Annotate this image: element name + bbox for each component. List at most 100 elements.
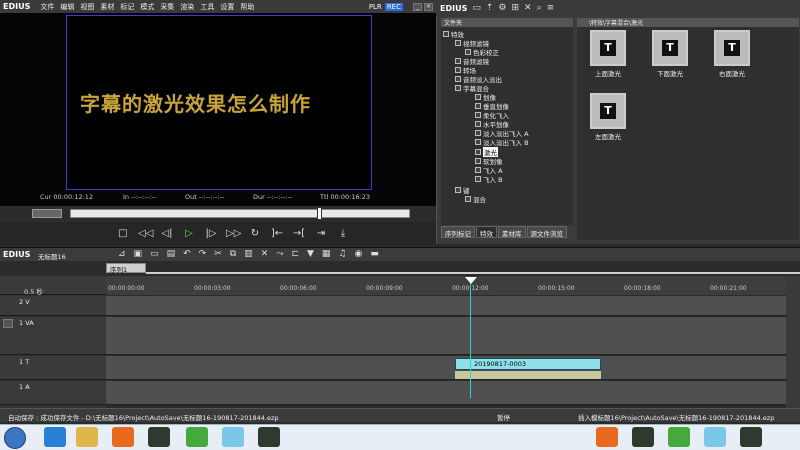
track-1t[interactable]	[106, 356, 786, 380]
undo-icon[interactable]: ↶	[183, 249, 191, 259]
browser-icon[interactable]	[668, 427, 690, 447]
title-clip-mix[interactable]	[455, 371, 601, 379]
playhead-marker-icon[interactable]	[465, 277, 477, 284]
effect-item[interactable]: T 右面激光	[707, 30, 757, 78]
overwrite-icon[interactable]: ⤓	[336, 228, 350, 239]
app-icon[interactable]	[704, 427, 726, 447]
tab-source-browser[interactable]: 源文件浏览	[526, 226, 567, 238]
link-icon[interactable]	[3, 319, 13, 328]
tab-bin[interactable]: 素材库	[498, 226, 526, 238]
tree-item[interactable]: 混合	[465, 194, 486, 204]
plr-button[interactable]: PLR	[367, 3, 384, 11]
menu-clip[interactable]: 素材	[100, 2, 114, 12]
timeline-playhead[interactable]	[470, 278, 471, 398]
tab-sequence[interactable]: 序列1	[106, 263, 146, 274]
rewind-icon[interactable]: ◁◁	[138, 228, 153, 239]
marker-icon[interactable]: ▼	[307, 249, 314, 259]
set-in-icon[interactable]: ]←	[270, 228, 284, 239]
menu-mode[interactable]: 模式	[140, 2, 154, 12]
track-header-2v[interactable]: 2 V	[0, 296, 106, 316]
fast-forward-icon[interactable]: ▷▷	[226, 228, 241, 239]
edius-taskbar-icon[interactable]	[148, 427, 170, 447]
search-icon[interactable]: ⌕	[537, 3, 542, 13]
ripple-icon[interactable]: ⤳	[276, 249, 283, 259]
copy-icon[interactable]: ⧉	[230, 249, 236, 259]
up-folder-icon[interactable]: ⇡	[486, 3, 494, 13]
effect-item[interactable]: T 下面激光	[645, 30, 695, 78]
tree-item[interactable]: 淡入淡出飞入 B	[475, 137, 529, 147]
menu-file[interactable]: 文件	[40, 2, 54, 12]
preview-title-text: 字幕的激光效果怎么制作	[80, 92, 311, 116]
effect-item[interactable]: T 左面激光	[583, 93, 633, 141]
prev-frame-icon[interactable]: ◁|	[160, 228, 174, 239]
snap-icon[interactable]: ⊏	[291, 249, 299, 259]
delete-effect-icon[interactable]: ✕	[524, 3, 532, 13]
tree-item[interactable]: 飞入 B	[475, 174, 503, 184]
mixer-icon[interactable]: ♫	[338, 249, 346, 259]
record-icon[interactable]: ◉	[355, 249, 363, 259]
panel-logo: EDIUS	[440, 3, 468, 13]
firefox-icon[interactable]	[112, 427, 134, 447]
close-icon[interactable]: ×	[424, 2, 433, 11]
open-icon[interactable]: ▭	[150, 249, 159, 259]
redo-icon[interactable]: ↷	[199, 249, 207, 259]
menu-render[interactable]: 渲染	[180, 2, 194, 12]
firefox-icon[interactable]	[596, 427, 618, 447]
export-icon[interactable]: ▬	[370, 249, 379, 259]
track-header-1a[interactable]: 1 A	[0, 381, 106, 405]
browser-icon[interactable]	[186, 427, 208, 447]
stop-icon[interactable]: □	[116, 228, 130, 239]
effect-settings-icon[interactable]: ⚙	[498, 3, 506, 13]
loop-icon[interactable]: ↻	[248, 228, 262, 239]
menu-marker[interactable]: 标记	[120, 2, 134, 12]
title-clip[interactable]: 20190817-0003	[455, 358, 601, 370]
mode-icon[interactable]: ⊿	[118, 249, 126, 259]
save-icon[interactable]: ▤	[167, 249, 176, 259]
app-icon[interactable]	[222, 427, 244, 447]
menu-settings[interactable]: 设置	[220, 2, 234, 12]
player-recorder-switch: PLR REC	[367, 2, 403, 11]
effects-tabs: 序列标记 特效 素材库 源文件浏览	[441, 226, 567, 238]
timeline-ruler[interactable]: 00:00:00:00 00:00:03:00 00:00:06:00 00:0…	[106, 276, 786, 295]
track-1va[interactable]	[106, 317, 786, 355]
chrome-icon[interactable]	[44, 427, 66, 447]
menu-view[interactable]: 视图	[80, 2, 94, 12]
timeline-scrollbar[interactable]	[786, 276, 800, 408]
track-header-1va[interactable]: 1 VA	[0, 317, 106, 355]
shuttle-slider[interactable]	[32, 209, 62, 218]
play-icon[interactable]: ▷	[182, 228, 196, 239]
start-icon[interactable]	[4, 427, 26, 449]
delete-icon[interactable]: ✕	[261, 249, 269, 259]
track-2v[interactable]	[106, 296, 786, 316]
add-effect-icon[interactable]: ⊞	[511, 3, 519, 13]
track-1a[interactable]	[106, 381, 786, 405]
new-sequence-icon[interactable]: ▣	[134, 249, 143, 259]
edius-taskbar-icon[interactable]	[632, 427, 654, 447]
effects-grid: T 上面激光 T 下面激光 T 右面激光 T 左面激光	[577, 27, 799, 240]
paste-icon[interactable]: ▥	[244, 249, 253, 259]
set-out-icon[interactable]: →[	[292, 228, 306, 239]
minimize-icon[interactable]: _	[413, 2, 422, 11]
render-icon[interactable]: ▦	[322, 249, 331, 259]
next-frame-icon[interactable]: |▷	[204, 228, 218, 239]
tab-effects[interactable]: 特效	[476, 226, 497, 238]
menu-tools[interactable]: 工具	[200, 2, 214, 12]
edius-taskbar-icon[interactable]	[740, 427, 762, 447]
track-header-1t[interactable]: 1 T	[0, 356, 106, 380]
out-timecode: Out --:--:--:--	[185, 193, 225, 201]
folder-icon[interactable]: ▭	[472, 3, 481, 13]
edius-taskbar-icon[interactable]	[258, 427, 280, 447]
insert-icon[interactable]: ⇥	[314, 228, 328, 239]
rec-button[interactable]: REC	[384, 2, 403, 11]
position-bar[interactable]	[70, 209, 410, 218]
cut-icon[interactable]: ✂	[214, 249, 222, 259]
menu-help[interactable]: 帮助	[240, 2, 254, 12]
file-explorer-icon[interactable]	[76, 427, 98, 447]
view-list-icon[interactable]: ≡	[547, 3, 555, 13]
menu-capture[interactable]: 采集	[160, 2, 174, 12]
menu-edit[interactable]: 编辑	[60, 2, 74, 12]
effect-item[interactable]: T 上面激光	[583, 30, 633, 78]
zoom-label[interactable]: 0.5 秒	[24, 286, 43, 296]
position-handle[interactable]	[317, 207, 322, 220]
tab-sequence-markers[interactable]: 序列标记	[441, 226, 475, 238]
